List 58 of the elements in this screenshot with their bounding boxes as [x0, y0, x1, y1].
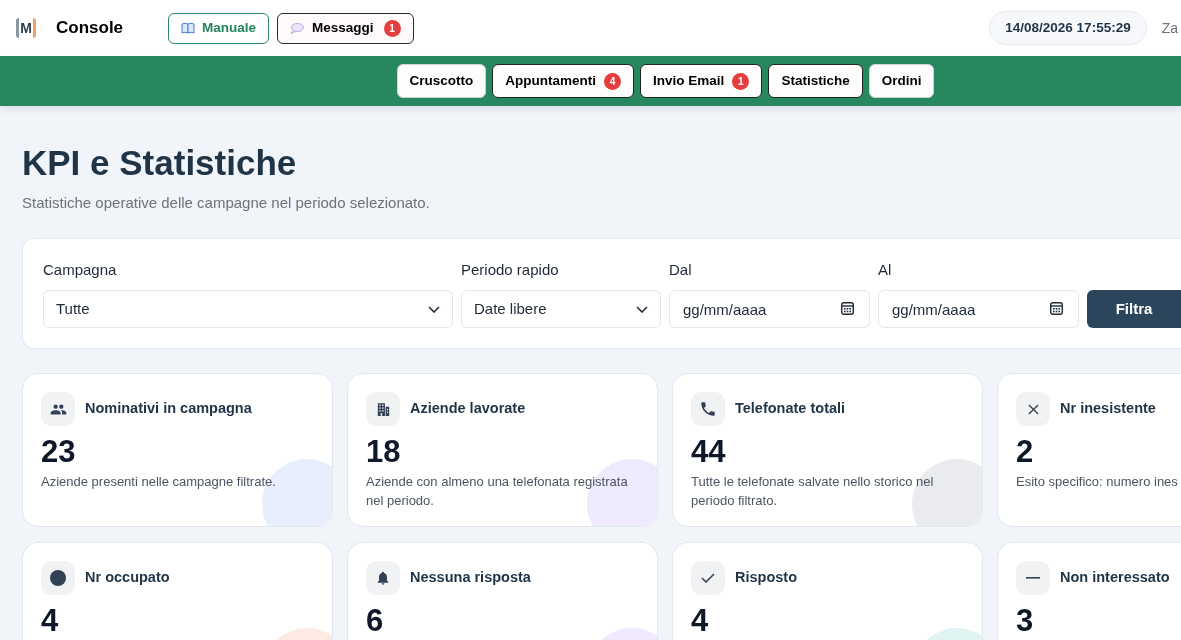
kpi-value: 2 [1016, 436, 1035, 468]
count-badge: 1 [732, 72, 750, 90]
nav-tab[interactable]: Cruscotto [396, 64, 487, 98]
nav-tab[interactable]: Statistiche [768, 64, 863, 98]
select-field[interactable]: Tutte [43, 290, 453, 328]
field-label: Campagna [43, 260, 118, 280]
kpi-title: Nessuna risposta [410, 568, 531, 588]
messages-button[interactable]: Messaggi 1 [277, 12, 414, 44]
chevron-down-icon [636, 305, 648, 313]
app-logo: M [16, 18, 36, 38]
nav-tab[interactable]: Invio Email 1 [640, 64, 763, 98]
kpi-title: Aziende lavorate [410, 399, 526, 419]
bell-icon [366, 561, 400, 595]
kpi-description: Aziende presenti nelle campagne filtrate. [41, 473, 277, 491]
book-icon [181, 22, 196, 34]
kpi-description: Esito specifico: numero ines [1016, 473, 1179, 491]
kpi-value: 18 [366, 436, 402, 468]
user-name: Za [1161, 18, 1178, 38]
cross-icon [1016, 392, 1050, 426]
nav-tab[interactable]: Ordini [868, 64, 935, 98]
minus-icon [1016, 561, 1050, 595]
page-title: KPI e Statistiche [22, 142, 298, 183]
kpi-value: 6 [366, 605, 385, 637]
phone-icon [691, 392, 725, 426]
check-icon [691, 561, 725, 595]
app-title: Console [56, 17, 124, 40]
kpi-description: Aziende con almeno una telefonata registrata nel periodo. [366, 473, 629, 510]
kpi-title: Nr inesistente [1060, 399, 1156, 419]
kpi-title: Telefonate totali [735, 399, 846, 419]
calendar-icon [841, 302, 854, 315]
calendar-icon [1050, 302, 1063, 315]
people-icon [41, 392, 75, 426]
kpi-value: 3 [1016, 605, 1035, 637]
manual-button[interactable]: Manuale [168, 12, 270, 44]
kpi-title: Nr occupato [85, 568, 170, 588]
kpi-value: 44 [691, 436, 727, 468]
count-badge: 1 [383, 19, 401, 37]
kpi-description: Tutte le telefonate salvate nello storico nel periodo filtrato. [691, 473, 935, 510]
building-icon [366, 392, 400, 426]
kpi-value: 4 [691, 605, 710, 637]
field-label: Al [878, 260, 893, 280]
date-field[interactable]: gg/mm/aaaa [878, 290, 1079, 328]
filter-button[interactable]: Filtra [1087, 290, 1181, 328]
speech-bubble-icon [290, 22, 305, 34]
kpi-title: Nominativi in campagna [85, 399, 252, 419]
datetime-display: 14/08/2026 17:55:29 [989, 11, 1147, 45]
kpi-title: Non interessato [1060, 568, 1170, 588]
page-subtitle: Statistiche operative delle campagne nel periodo selezionato. [22, 193, 431, 213]
kpi-value: 4 [41, 605, 60, 637]
kpi-value: 23 [41, 436, 77, 468]
field-label: Dal [669, 260, 693, 280]
chevron-down-icon [428, 305, 440, 313]
select-field[interactable]: Date libere [461, 290, 661, 328]
date-field[interactable]: gg/mm/aaaa [669, 290, 870, 328]
nav-tab[interactable]: Appuntamenti 4 [492, 64, 635, 98]
kpi-title: Risposto [735, 568, 798, 588]
field-label: Periodo rapido [461, 260, 560, 280]
count-badge: 4 [604, 72, 622, 90]
